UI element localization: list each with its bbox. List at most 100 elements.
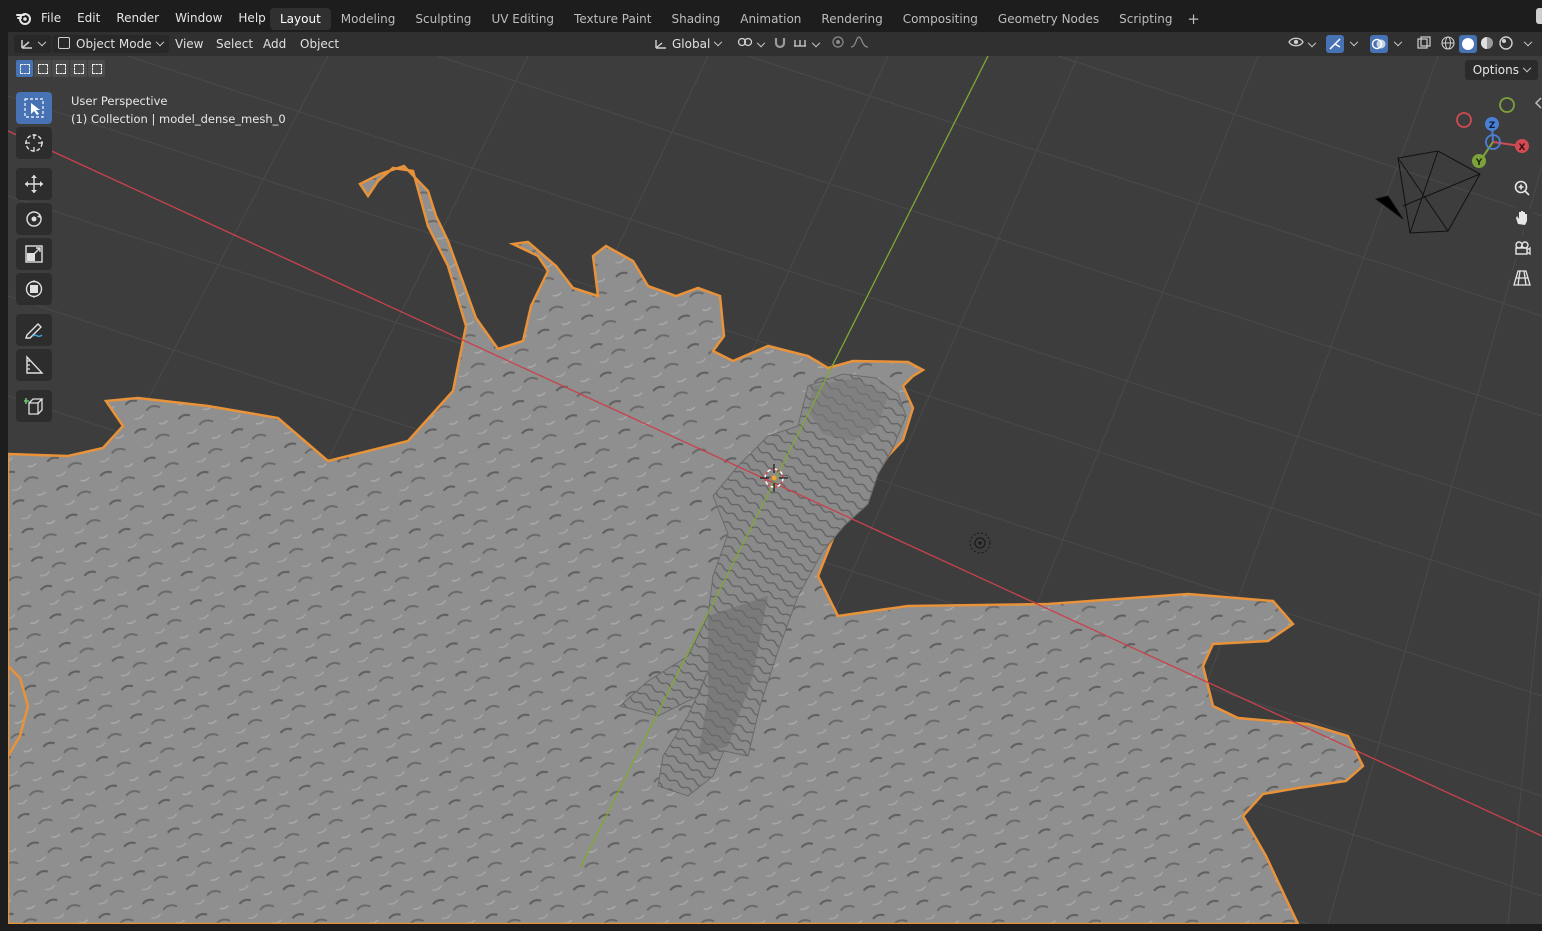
grid-perspective-icon — [1513, 270, 1531, 286]
menu-file[interactable]: File — [33, 8, 69, 28]
tool-select-box[interactable] — [16, 92, 52, 124]
mode-label: Object Mode — [76, 37, 152, 51]
menu-window[interactable]: Window — [167, 8, 230, 28]
menu-view[interactable]: View — [175, 35, 203, 53]
options-dropdown[interactable]: Options — [1464, 60, 1538, 80]
tool-annotate[interactable] — [16, 314, 52, 346]
tool-scale[interactable] — [16, 238, 52, 270]
chevron-down-icon — [1349, 37, 1359, 47]
chevron-down-icon — [155, 37, 164, 47]
3d-viewport[interactable]: Z X Y Options User Perspective (1) Colle… — [8, 56, 1542, 924]
tab-texture-paint[interactable]: Texture Paint — [564, 8, 661, 30]
gizmo-dropdown[interactable] — [1346, 35, 1359, 53]
tab-uv-editing[interactable]: UV Editing — [481, 8, 564, 30]
menu-select[interactable]: Select — [216, 35, 253, 53]
chevron-down-icon — [714, 37, 723, 47]
xray-toggle[interactable] — [1416, 35, 1432, 53]
select-subtract-icon[interactable] — [52, 60, 69, 77]
tab-shading[interactable]: Shading — [661, 8, 730, 30]
navigation-gizmo[interactable]: Z X Y — [1456, 97, 1529, 168]
visibility-dropdown[interactable] — [1288, 35, 1317, 53]
snap-target-dropdown[interactable] — [792, 35, 821, 53]
menu-edit[interactable]: Edit — [69, 8, 108, 28]
tab-rendering[interactable]: Rendering — [811, 8, 892, 30]
menu-object[interactable]: Object — [300, 35, 339, 53]
mode-dropdown[interactable]: Object Mode — [52, 35, 169, 53]
shading-solid-button[interactable] — [1459, 35, 1477, 53]
camera-object[interactable] — [1374, 150, 1481, 234]
add-workspace-button[interactable]: + — [1183, 8, 1205, 30]
chevron-down-icon — [1523, 37, 1533, 47]
viewport-scene[interactable]: Z X Y — [8, 56, 1542, 924]
main-menu: File Edit Render Window Help — [33, 0, 274, 36]
chevron-down-icon — [1393, 37, 1403, 47]
chevron-down-icon — [1307, 38, 1317, 48]
shading-wireframe-button[interactable] — [1440, 35, 1456, 53]
shading-dropdown[interactable] — [1520, 35, 1533, 53]
tab-modeling[interactable]: Modeling — [331, 8, 406, 30]
tab-compositing[interactable]: Compositing — [893, 8, 988, 30]
menu-render[interactable]: Render — [108, 8, 167, 28]
proportional-editing-toggle[interactable] — [830, 35, 846, 53]
zoom-button[interactable] — [1510, 176, 1534, 200]
tool-transform[interactable] — [16, 273, 52, 305]
orientation-label: Global — [672, 37, 711, 51]
overlays-toggle[interactable] — [1370, 35, 1388, 53]
gizmo-neg-y-icon[interactable] — [1499, 97, 1515, 113]
select-invert-icon[interactable] — [70, 60, 87, 77]
tool-move[interactable] — [16, 168, 52, 200]
gizmo-icon — [1329, 38, 1341, 50]
terrain-mesh[interactable] — [8, 164, 1365, 924]
overlays-dropdown[interactable] — [1390, 35, 1403, 53]
measure-icon — [26, 355, 44, 374]
gizmo-toggle[interactable] — [1326, 35, 1344, 53]
menu-help[interactable]: Help — [230, 8, 273, 28]
light-gizmo-icon[interactable] — [969, 532, 991, 554]
tool-rotate[interactable] — [16, 203, 52, 235]
falloff-curve-icon — [850, 36, 869, 48]
snap-increment-icon — [794, 40, 806, 47]
tool-cursor[interactable] — [16, 127, 52, 159]
proportional-falloff-dropdown[interactable] — [850, 35, 870, 53]
chevron-down-icon — [756, 38, 766, 48]
camera-icon — [1515, 241, 1531, 256]
tab-layout[interactable]: Layout — [270, 8, 331, 30]
gizmo-y-label: Y — [1475, 158, 1483, 168]
bottom-window-edge — [0, 924, 1542, 931]
solid-sphere-icon — [1462, 38, 1474, 50]
transform-orientation-dropdown[interactable]: Global — [654, 35, 723, 53]
options-label: Options — [1472, 63, 1519, 77]
tool-add-cube[interactable] — [16, 390, 52, 422]
select-extend-icon[interactable] — [34, 60, 51, 77]
tab-geometry-nodes[interactable]: Geometry Nodes — [988, 8, 1109, 30]
orientation-icon — [655, 40, 666, 49]
sidebar-toggle-icon[interactable] — [1534, 96, 1542, 110]
tab-animation[interactable]: Animation — [730, 8, 811, 30]
perspective-toggle-button[interactable] — [1510, 266, 1534, 290]
left-window-edge — [0, 56, 8, 931]
select-new-icon[interactable] — [16, 60, 33, 77]
select-intersect-icon[interactable] — [88, 60, 105, 77]
top-right-edge-icon[interactable] — [1536, 8, 1542, 24]
pan-button[interactable] — [1510, 206, 1534, 230]
gizmo-z-label: Z — [1489, 121, 1496, 131]
menu-add[interactable]: Add — [263, 35, 286, 53]
snap-toggle[interactable] — [772, 35, 788, 53]
camera-view-button[interactable] — [1510, 236, 1534, 260]
pivot-point-dropdown[interactable] — [737, 35, 766, 53]
tab-sculpting[interactable]: Sculpting — [405, 8, 481, 30]
tool-measure[interactable] — [16, 349, 52, 381]
chevron-down-icon — [811, 38, 821, 48]
transform-icon — [25, 280, 43, 298]
chevron-down-icon — [1522, 63, 1532, 73]
shading-rendered-button[interactable] — [1498, 35, 1514, 53]
gizmo-neg-x-icon[interactable] — [1456, 112, 1472, 128]
hand-pan-icon — [1516, 211, 1527, 225]
editor-type-dropdown[interactable] — [14, 35, 51, 53]
tab-scripting[interactable]: Scripting — [1109, 8, 1182, 30]
blender-logo-icon[interactable] — [15, 9, 33, 27]
shading-material-button[interactable] — [1479, 35, 1495, 53]
zoom-icon — [1514, 180, 1530, 196]
material-sphere-icon — [1481, 37, 1493, 49]
workspace-tabs: Layout Modeling Sculpting UV Editing Tex… — [270, 8, 1205, 30]
